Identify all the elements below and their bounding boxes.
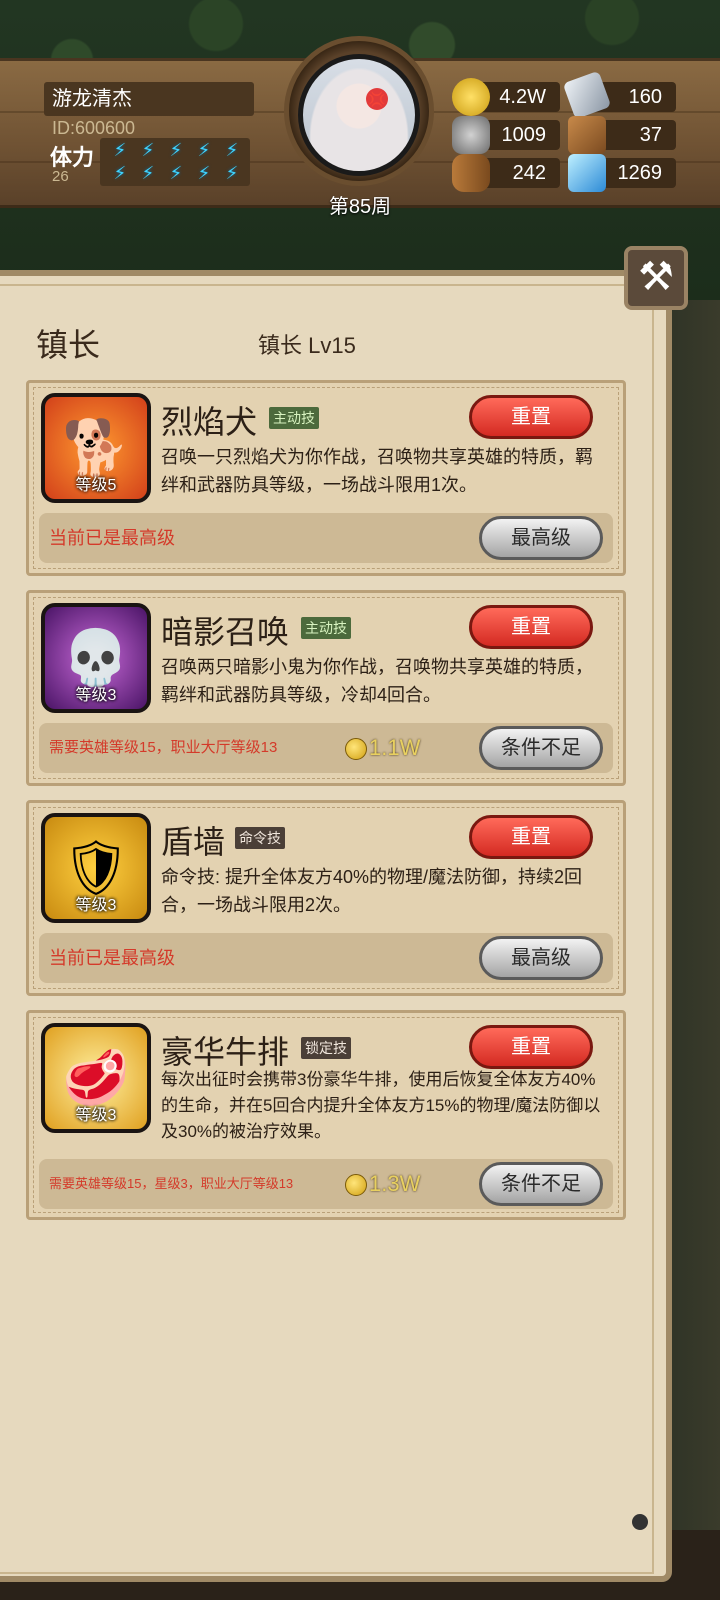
skill-description: 召唤两只暗影小鬼为你作战，召唤物共享英雄的特质，羁绊和武器防具等级，冷却4回合。 [161, 657, 593, 705]
skill-name: 烈焰犬 [161, 404, 258, 440]
upgrade-cost: 1.1W [345, 723, 420, 773]
skill-tag: 锁定技 [301, 1037, 351, 1059]
requirement-bar: 需要英雄等级15，星级3，职业大厅等级13 1.3W 条件不足 [39, 1159, 613, 1209]
skill-tag: 命令技 [235, 827, 285, 849]
skill-level: 等级3 [75, 1107, 117, 1124]
crystal-icon [568, 154, 606, 192]
player-id: ID:600600 [52, 118, 136, 138]
skill-name: 暗影召唤 [161, 614, 290, 650]
skill-card: 🐕 等级5 烈焰犬 主动技 重置 召唤一只烈焰犬为你作战，召唤物共享英雄的特质，… [26, 380, 626, 576]
stone-ore-icon [452, 116, 490, 154]
gold-coin-icon [452, 78, 490, 116]
requirement-text: 当前已是最高级 [49, 528, 175, 548]
angry-emote-icon: 💢 [366, 88, 388, 110]
avatar[interactable] [298, 54, 420, 176]
skill-level: 等级5 [75, 477, 117, 494]
skill-level: 等级3 [75, 897, 117, 914]
lightning-icon: ⚡ [113, 163, 127, 183]
requirement-text: 需要英雄等级15，星级3，职业大厅等级13 [49, 1176, 294, 1191]
leather-icon [568, 116, 606, 154]
lightning-icon: ⚡ [141, 163, 155, 183]
skill-level: 等级3 [75, 687, 117, 704]
lightning-icon: ⚡ [225, 163, 239, 183]
reset-button[interactable]: 重置 [469, 605, 593, 649]
skill-description: 命令技: 提升全体友方40%的物理/魔法防御，持续2回合，一场战斗限用2次。 [161, 867, 583, 915]
wood-log-icon [452, 154, 490, 192]
close-button[interactable]: ⚒ [624, 246, 688, 310]
skill-name: 盾墙 [161, 824, 226, 860]
skill-card: 💀 等级3 暗影召唤 主动技 重置 召唤两只暗影小鬼为你作战，召唤物共享英雄的特… [26, 590, 626, 786]
stamina-bolts: ⚡ ⚡ ⚡ ⚡ ⚡ ⚡ ⚡ ⚡ ⚡ ⚡ [100, 138, 250, 186]
reset-button[interactable]: 重置 [469, 395, 593, 439]
flame-dog-icon[interactable]: 🐕 等级5 [41, 393, 151, 503]
cost-value: 1.1W [369, 735, 421, 760]
skill-card: 🛡 等级3 盾墙 命令技 重置 命令技: 提升全体友方40%的物理/魔法防御，持… [26, 800, 626, 996]
requirement-text: 当前已是最高级 [49, 948, 175, 968]
skill-tag: 主动技 [269, 407, 319, 429]
steak-icon[interactable]: 🥩 等级3 [41, 1023, 151, 1133]
panel-corner-rivet [632, 1514, 648, 1530]
insufficient-button[interactable]: 条件不足 [479, 726, 603, 770]
skill-description: 召唤一只烈焰犬为你作战，召唤物共享英雄的特质，羁绊和武器防具等级，一场战斗限用1… [161, 447, 593, 495]
skill-description: 每次出征时会携带3份豪华牛排，使用后恢复全体友方40%的生命，并在5回合内提升全… [161, 1070, 601, 1141]
max-level-button[interactable]: 最高级 [479, 516, 603, 560]
panel-subtitle: 镇长 Lv15 [258, 333, 356, 358]
insufficient-button[interactable]: 条件不足 [479, 1162, 603, 1206]
skill-tag: 主动技 [301, 617, 351, 639]
player-name: 游龙清杰 [44, 82, 254, 116]
lightning-icon: ⚡ [169, 163, 183, 183]
requirement-bar: 当前已是最高级 最高级 [39, 513, 613, 563]
lightning-icon: ⚡ [141, 140, 155, 160]
requirement-bar: 需要英雄等级15，职业大厅等级13 1.1W 条件不足 [39, 723, 613, 773]
lightning-icon: ⚡ [225, 140, 239, 160]
lightning-icon: ⚡ [113, 140, 127, 160]
gold-coin-icon [345, 1174, 367, 1197]
upgrade-cost: 1.3W [345, 1159, 420, 1209]
lightning-icon: ⚡ [197, 163, 211, 183]
lightning-icon: ⚡ [169, 140, 183, 160]
shield-cross-icon[interactable]: 🛡 等级3 [41, 813, 151, 923]
stamina-value: 26 [52, 168, 69, 185]
shadow-skull-icon[interactable]: 💀 等级3 [41, 603, 151, 713]
week-counter: 第85周 [328, 196, 392, 218]
panel-title: 镇长 [36, 327, 101, 363]
reset-button[interactable]: 重置 [469, 815, 593, 859]
requirement-bar: 当前已是最高级 最高级 [39, 933, 613, 983]
lightning-icon: ⚡ [197, 140, 211, 160]
requirement-text: 需要英雄等级15，职业大厅等级13 [49, 739, 278, 756]
skill-card: 🥩 等级3 豪华牛排 锁定技 重置 每次出征时会携带3份豪华牛排，使用后恢复全体… [26, 1010, 626, 1220]
cost-value: 1.3W [369, 1171, 421, 1196]
reset-button[interactable]: 重置 [469, 1025, 593, 1069]
max-level-button[interactable]: 最高级 [479, 936, 603, 980]
gold-coin-icon [345, 738, 367, 761]
